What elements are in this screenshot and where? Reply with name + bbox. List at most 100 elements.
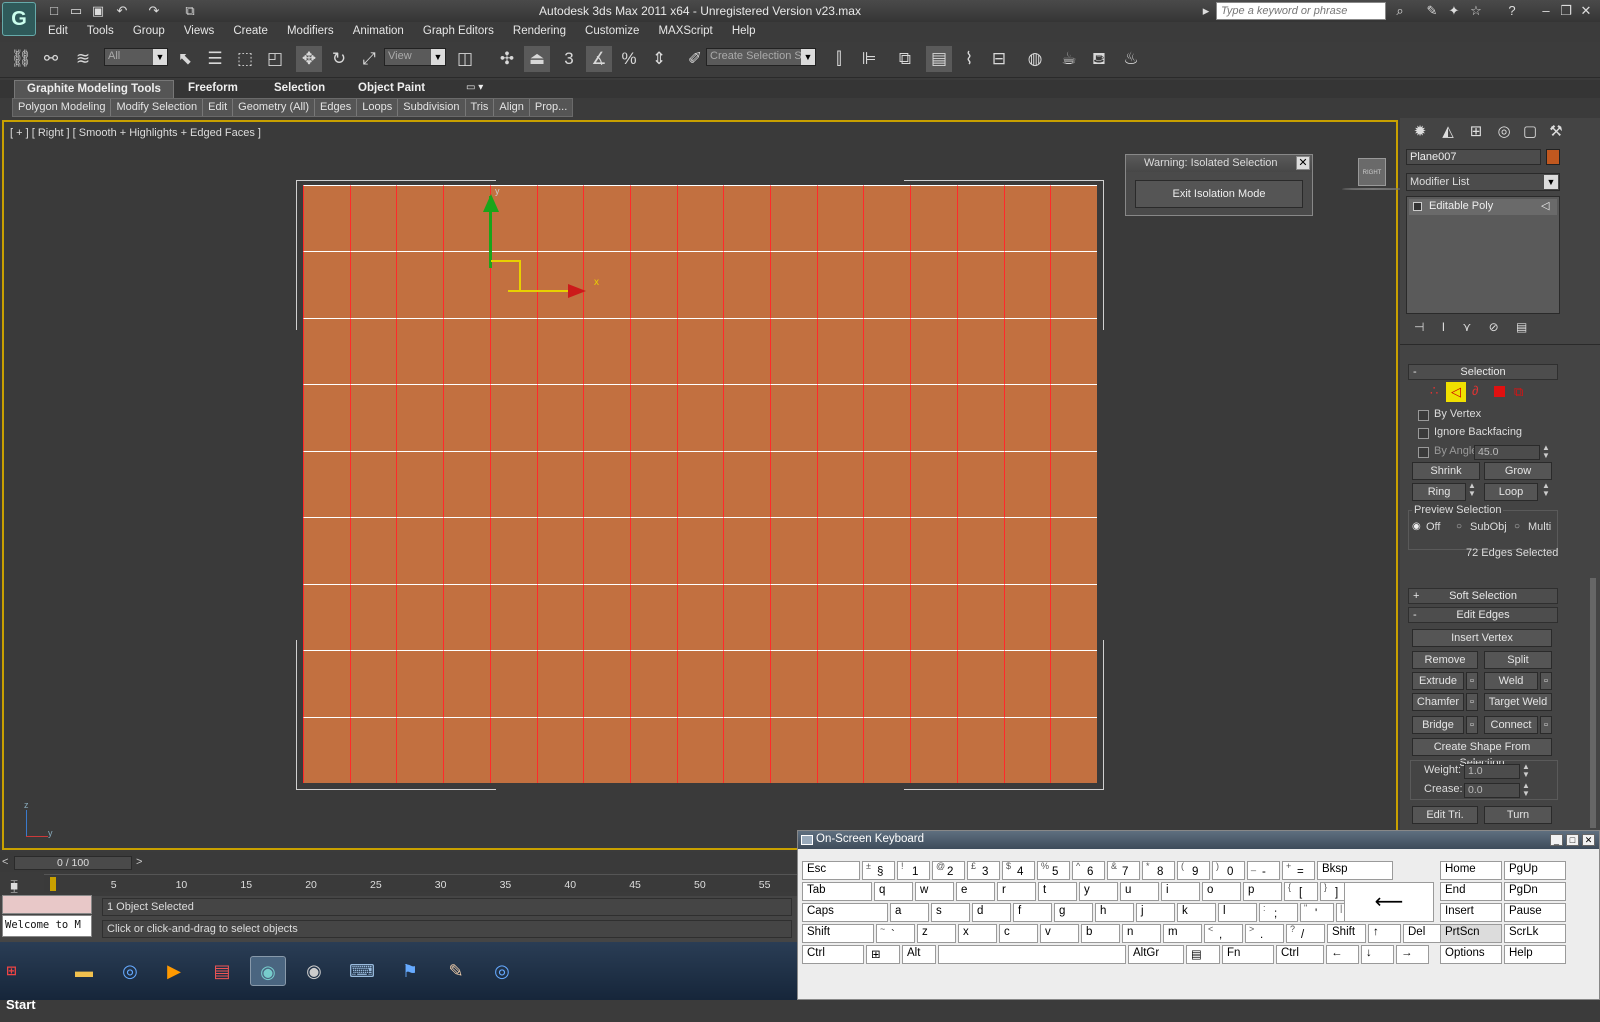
poly-face[interactable]	[910, 583, 957, 651]
poly-face[interactable]	[443, 650, 490, 717]
poly-face[interactable]	[536, 650, 584, 717]
chamfer-button[interactable]: Chamfer	[1412, 693, 1464, 711]
poly-face[interactable]	[1003, 650, 1051, 717]
poly-face[interactable]	[443, 450, 490, 518]
named-selection-dropdown[interactable]: Create Selection Se ▼	[706, 48, 816, 66]
panel-edges[interactable]: Edges	[315, 99, 358, 116]
poly-face[interactable]	[489, 583, 537, 651]
osk-key[interactable]: " '	[1300, 903, 1334, 922]
weight-spinner-arrows-icon[interactable]: ▲ ▼	[1522, 763, 1530, 779]
mini-curve-editor-icon[interactable]: ⧯	[10, 878, 18, 894]
poly-face[interactable]	[723, 583, 771, 651]
menu-edit[interactable]: Edit	[40, 22, 76, 40]
osk-key[interactable]: AltGr	[1128, 945, 1184, 964]
3dsmax-secondary-task-icon[interactable]: ◉	[296, 956, 332, 986]
poly-face[interactable]	[583, 384, 630, 451]
poly-face[interactable]	[723, 384, 771, 451]
poly-face[interactable]	[910, 650, 957, 717]
network-task-icon[interactable]: ⚑	[392, 956, 428, 986]
poly-face[interactable]	[863, 450, 911, 518]
osk-key[interactable]: Tab	[802, 882, 872, 901]
poly-face[interactable]	[303, 650, 350, 717]
poly-face[interactable]	[303, 716, 350, 783]
exit-isolation-button[interactable]: Exit Isolation Mode	[1135, 180, 1303, 208]
osk-key[interactable]: c	[999, 924, 1038, 943]
panel-subdivision[interactable]: Subdivision	[398, 99, 466, 116]
link-icon[interactable]: ⛓	[8, 46, 34, 72]
poly-face[interactable]	[1050, 716, 1097, 783]
poly-face[interactable]	[956, 517, 1004, 584]
poly-face[interactable]	[816, 251, 864, 318]
osk-key[interactable]: % 5	[1037, 861, 1070, 880]
ignore-backfacing-checkbox[interactable]	[1418, 428, 1429, 439]
restore-icon[interactable]: ❐	[1558, 3, 1574, 19]
gizmo-plane-handle[interactable]	[491, 260, 521, 290]
time-prev-icon[interactable]: <	[2, 856, 8, 868]
paint-task-icon[interactable]: ✎	[438, 956, 474, 986]
poly-face[interactable]	[1050, 517, 1097, 584]
menu-group[interactable]: Group	[125, 22, 173, 40]
percent-snap-icon[interactable]: %	[616, 46, 642, 72]
poly-face[interactable]	[303, 583, 350, 651]
poly-face[interactable]	[910, 450, 957, 518]
edge-mode-icon[interactable]: ◁	[1446, 382, 1466, 402]
poly-face[interactable]	[723, 517, 771, 584]
3dsmax-task-icon[interactable]: ◉	[250, 956, 286, 986]
ring-spinner-icon[interactable]: ▲ ▼	[1468, 482, 1476, 498]
poly-face[interactable]	[1003, 185, 1051, 252]
on-screen-keyboard-task-icon[interactable]: ⌨	[344, 956, 380, 986]
osk-minimize-icon[interactable]: _	[1550, 834, 1563, 846]
poly-face[interactable]	[1050, 650, 1097, 717]
poly-face[interactable]	[629, 450, 677, 518]
poly-face[interactable]	[396, 384, 444, 451]
gizmo-x-axis[interactable]	[508, 290, 572, 292]
osk-key[interactable]: l	[1218, 903, 1257, 922]
poly-face[interactable]	[629, 716, 677, 783]
move-icon[interactable]: ✥	[296, 46, 322, 72]
poly-face[interactable]	[676, 650, 724, 717]
by-angle-spinner[interactable]: 45.0	[1474, 445, 1540, 460]
poly-face[interactable]	[536, 517, 584, 584]
poly-face[interactable]	[676, 450, 724, 518]
osk-nav-key[interactable]: Help	[1504, 945, 1566, 964]
osk-key[interactable]: ▤	[1186, 945, 1220, 964]
dialog-close-icon[interactable]: ✕	[1296, 156, 1310, 170]
selection-rollout-header[interactable]: - Selection	[1408, 364, 1558, 380]
poly-face[interactable]	[349, 317, 397, 385]
poly-face[interactable]	[770, 517, 817, 584]
osk-nav-key[interactable]: PgDn	[1504, 882, 1566, 901]
osk-key[interactable]: w	[915, 882, 954, 901]
crease-spinner[interactable]: 0.0	[1464, 783, 1520, 798]
poly-face[interactable]	[770, 317, 817, 385]
by-angle-checkbox[interactable]	[1418, 447, 1429, 458]
osk-key[interactable]: y	[1079, 882, 1118, 901]
poly-face[interactable]	[629, 317, 677, 385]
edit-tri-button[interactable]: Edit Tri.	[1412, 806, 1478, 824]
osk-nav-key[interactable]: PgUp	[1504, 861, 1566, 880]
panel-geometry-all[interactable]: Geometry (All)	[233, 99, 316, 116]
panel-modify-selection[interactable]: Modify Selection	[111, 99, 204, 116]
pin-stack-icon[interactable]: ⊣	[1414, 320, 1424, 334]
osk-key[interactable]: :;	[1259, 903, 1298, 922]
osk-key[interactable]: <,	[1204, 924, 1243, 943]
poly-face[interactable]	[723, 650, 771, 717]
poly-face[interactable]	[349, 517, 397, 584]
poly-face[interactable]	[723, 450, 771, 518]
tab-object-paint[interactable]: Object Paint	[346, 80, 437, 98]
rectangular-selection-icon[interactable]: ⬚	[232, 46, 258, 72]
poly-face[interactable]	[583, 716, 630, 783]
help-icon[interactable]: ?	[1504, 3, 1520, 19]
configure-sets-icon[interactable]: ▤	[1516, 320, 1527, 334]
select-by-name-icon[interactable]: ☰	[202, 46, 228, 72]
command-panel-scrollbar[interactable]	[1590, 578, 1596, 828]
poly-face[interactable]	[910, 317, 957, 385]
grow-button[interactable]: Grow	[1484, 462, 1552, 480]
poly-face[interactable]	[1003, 251, 1051, 318]
osk-key[interactable]: £3	[967, 861, 1000, 880]
pivot-center-icon[interactable]: ◫	[452, 46, 478, 72]
poly-face[interactable]	[770, 251, 817, 318]
expand-icon[interactable]	[1413, 202, 1422, 211]
menu-graph-editors[interactable]: Graph Editors	[415, 22, 502, 40]
poly-face[interactable]	[583, 650, 630, 717]
media-player-icon[interactable]: ▶	[156, 956, 192, 986]
